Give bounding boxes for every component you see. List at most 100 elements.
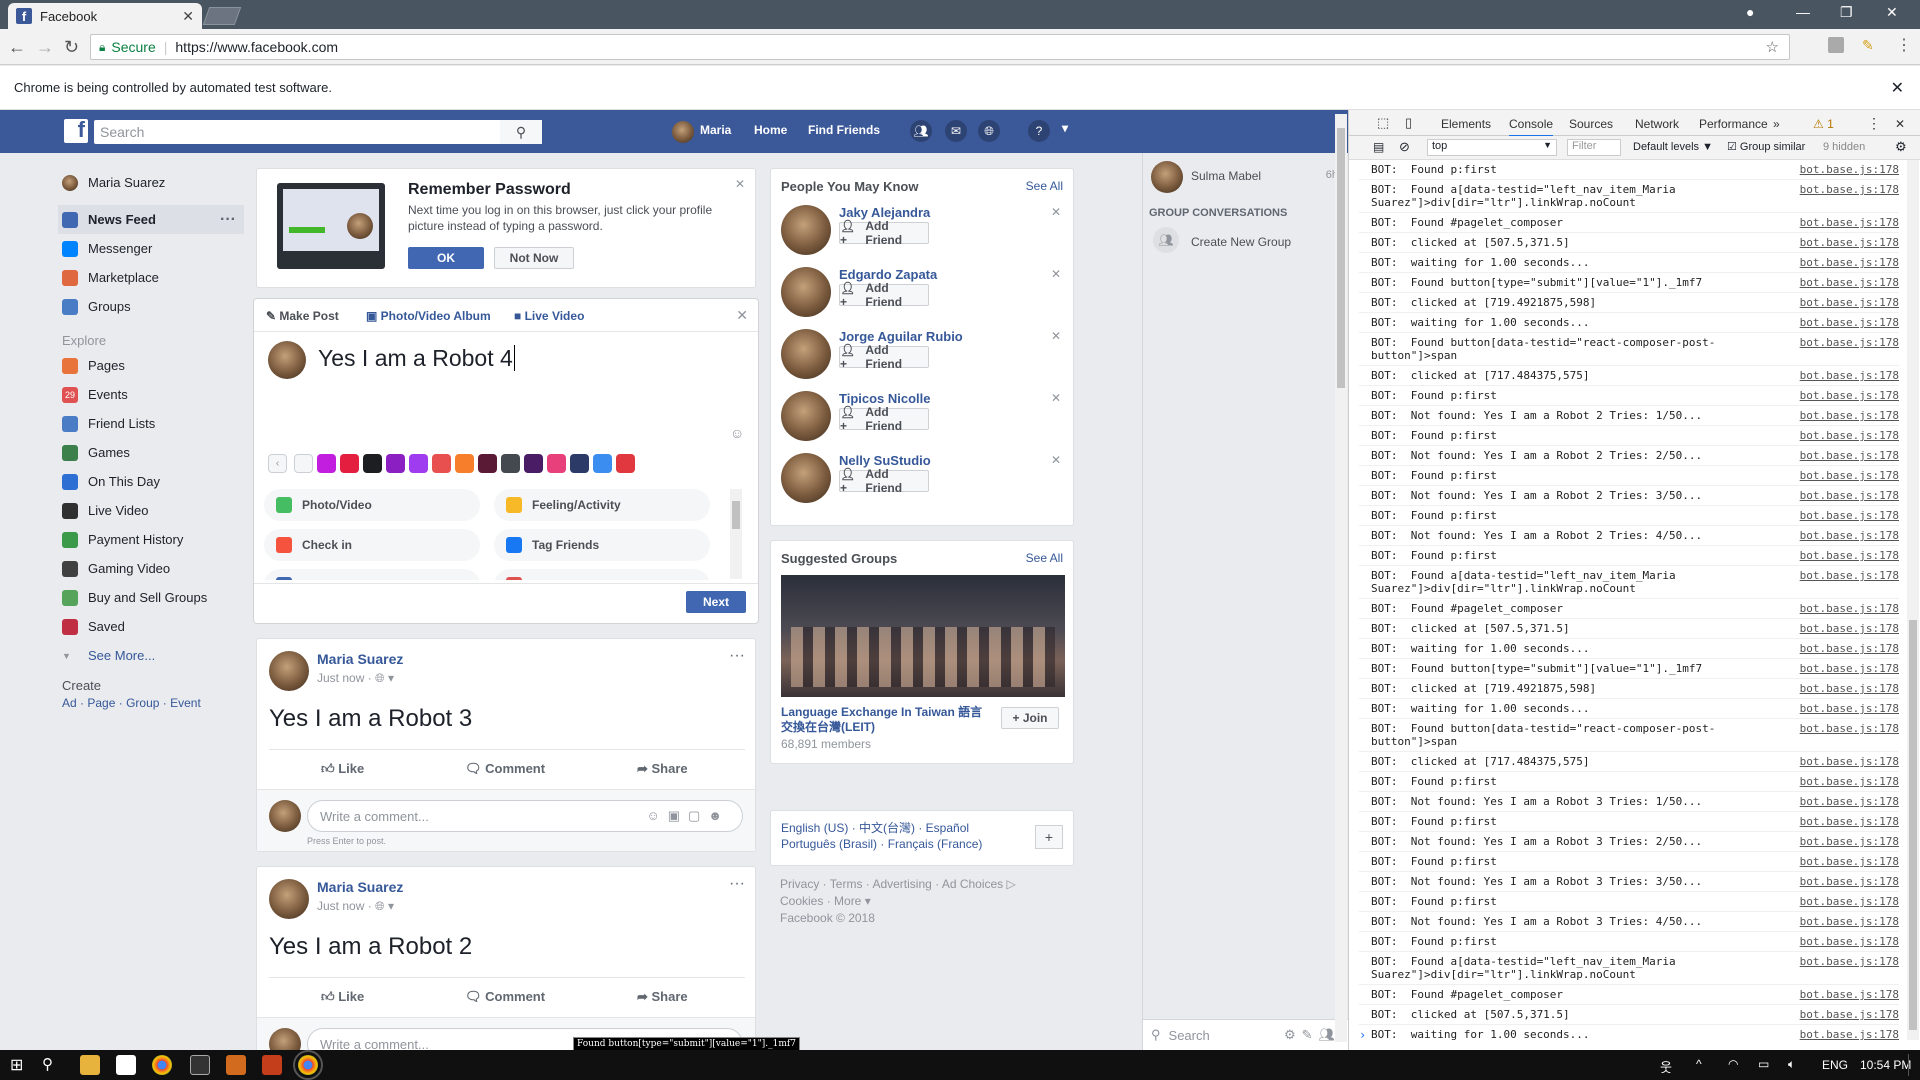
person-name[interactable]: Edgardo Zapata (839, 267, 937, 282)
profile-link[interactable]: Maria Suarez (62, 168, 252, 197)
top-user-link[interactable]: Maria (700, 123, 731, 137)
sidebar-item-events[interactable]: 29 Events (62, 380, 252, 409)
sidebar-item-marketplace[interactable]: Marketplace (62, 263, 252, 292)
log-source-link[interactable]: bot.base.js:178 (1800, 489, 1899, 502)
log-source-link[interactable]: bot.base.js:178 (1800, 915, 1899, 928)
help-icon[interactable]: ? (1028, 120, 1050, 142)
sidebar-item-pages[interactable]: Pages (62, 351, 252, 380)
log-source-link[interactable]: bot.base.js:178 (1800, 955, 1899, 968)
person-avatar[interactable] (781, 453, 831, 503)
join-group-button[interactable]: + Join (1001, 707, 1059, 729)
log-source-link[interactable]: bot.base.js:178 (1800, 935, 1899, 948)
composer-close-icon[interactable]: ✕ (736, 307, 748, 324)
background-swatch[interactable] (386, 454, 405, 473)
log-source-link[interactable]: bot.base.js:178 (1800, 875, 1899, 888)
chrome-icon[interactable] (152, 1055, 172, 1075)
sidebar-item-news-feed[interactable]: News Feed ··· (58, 205, 244, 234)
tab-console[interactable]: Console (1509, 117, 1554, 137)
log-source-link[interactable]: bot.base.js:178 (1800, 835, 1899, 848)
dismiss-icon[interactable]: ✕ (1051, 267, 1061, 281)
wifi-icon[interactable]: ◠ (1728, 1057, 1738, 1071)
tray-chevron-icon[interactable]: ^ (1696, 1057, 1702, 1071)
console-filter-input[interactable]: Filter (1567, 139, 1621, 156)
console-prompt-icon[interactable]: › (1359, 1028, 1366, 1042)
like-button[interactable]: 👍︎ Like (321, 761, 364, 777)
forward-icon[interactable]: → (36, 37, 54, 58)
messages-icon[interactable]: ✉ (945, 120, 967, 142)
log-source-link[interactable]: bot.base.js:178 (1800, 389, 1899, 402)
sidebar-item-buy-and-sell-groups[interactable]: Buy and Sell Groups (62, 583, 252, 612)
language-indicator[interactable]: ENG (1822, 1058, 1848, 1072)
composer-option-check-in[interactable]: Check in (264, 529, 480, 561)
devtools-menu-icon[interactable]: ⋮ (1867, 115, 1881, 132)
post-avatar[interactable] (269, 651, 309, 691)
background-swatch[interactable] (340, 454, 359, 473)
log-source-link[interactable]: bot.base.js:178 (1800, 702, 1899, 715)
console-settings-icon[interactable]: ⚙ (1895, 139, 1907, 155)
options-scrollbar[interactable] (730, 489, 742, 579)
sidebar-item-live-video[interactable]: Live Video (62, 496, 252, 525)
tab-sources[interactable]: Sources (1569, 117, 1613, 131)
background-swatch[interactable] (432, 454, 451, 473)
background-swatch[interactable] (478, 454, 497, 473)
create-group-icon[interactable]: 👥︎ (1153, 227, 1179, 253)
log-source-link[interactable]: bot.base.js:178 (1800, 429, 1899, 442)
background-swatch[interactable] (616, 454, 635, 473)
tab-make-post[interactable]: ✎ Make Post (266, 309, 339, 323)
footer-line-2[interactable]: Cookies · More ▾ (780, 893, 1016, 910)
log-source-link[interactable]: bot.base.js:178 (1800, 755, 1899, 768)
person-avatar[interactable] (781, 267, 831, 317)
languages-line-1[interactable]: English (US) · 中文(台灣) · Español (781, 819, 969, 836)
people-icon[interactable]: 웃 (1660, 1057, 1672, 1076)
log-source-link[interactable]: bot.base.js:178 (1800, 602, 1899, 615)
sidebar-item-on-this-day[interactable]: On This Day (62, 467, 252, 496)
tab-network[interactable]: Network (1635, 117, 1679, 131)
address-bar[interactable]: 🔒︎ Secure | https://www.facebook.com ☆ (90, 34, 1790, 60)
comment-button[interactable]: 🗨︎ Comment (465, 989, 545, 1005)
reload-icon[interactable]: ↻ (64, 37, 79, 58)
add-friend-button[interactable]: 👤︎+ Add Friend (839, 219, 929, 247)
background-swatch[interactable] (524, 454, 543, 473)
file-explorer-icon[interactable] (80, 1055, 100, 1075)
more-tabs-icon[interactable]: » (1773, 117, 1780, 131)
group-cover-image[interactable] (781, 575, 1065, 697)
log-source-link[interactable]: bot.base.js:178 (1800, 336, 1899, 349)
close-window-icon[interactable]: ✕ (1886, 4, 1898, 21)
composer-option-feeling-activity[interactable]: Feeling/Activity (494, 489, 710, 521)
post-author[interactable]: Maria Suarez (317, 879, 403, 895)
sidebar-item-messenger[interactable]: Messenger (62, 234, 252, 263)
add-friend-button[interactable]: 👤︎+ Add Friend (839, 405, 929, 433)
comment-button[interactable]: 🗨︎ Comment (465, 761, 545, 777)
post-options-icon[interactable]: ··· (729, 647, 745, 665)
add-language-button[interactable]: + (1035, 825, 1063, 849)
languages-line-2[interactable]: Português (Brasil) · Français (France) (781, 837, 982, 851)
show-desktop-button[interactable] (1908, 1054, 1916, 1076)
person-name[interactable]: Tipicos Nicolle (839, 391, 931, 406)
log-source-link[interactable]: bot.base.js:178 (1800, 163, 1899, 176)
log-source-link[interactable]: bot.base.js:178 (1800, 855, 1899, 868)
group-similar-checkbox[interactable]: ☑ Group similar (1727, 140, 1805, 153)
background-swatch[interactable] (409, 454, 428, 473)
powerpoint-icon[interactable] (262, 1055, 282, 1075)
background-swatch[interactable] (547, 454, 566, 473)
bookmark-star-icon[interactable]: ☆ (1766, 38, 1779, 56)
create-ad-link[interactable]: Ad (62, 696, 77, 710)
log-levels-dropdown[interactable]: Default levels ▼ (1633, 141, 1713, 153)
composer-option-gif[interactable]: GIF (264, 569, 480, 580)
log-source-link[interactable]: bot.base.js:178 (1800, 183, 1899, 196)
create-new-group-link[interactable]: Create New Group (1191, 235, 1291, 249)
more-dots-icon[interactable]: ··· (220, 211, 236, 229)
chat-search-input[interactable]: ⚲ Search ⚙✎👥︎ (1143, 1019, 1348, 1050)
log-source-link[interactable]: bot.base.js:178 (1800, 216, 1899, 229)
footer-line-1[interactable]: Privacy · Terms · Advertising · Ad Choic… (780, 876, 1016, 893)
log-source-link[interactable]: bot.base.js:178 (1800, 895, 1899, 908)
next-button[interactable]: Next (686, 591, 746, 613)
extension-icon[interactable] (1828, 37, 1844, 53)
tab-facebook[interactable]: f Facebook ✕ (8, 3, 202, 29)
post-avatar[interactable] (269, 879, 309, 919)
log-source-link[interactable]: bot.base.js:178 (1800, 1008, 1899, 1021)
tab-performance[interactable]: Performance (1699, 117, 1768, 131)
sidebar-item-games[interactable]: Games (62, 438, 252, 467)
tab-live-video[interactable]: ■ Live Video (514, 309, 584, 323)
clock[interactable]: 10:54 PM (1860, 1058, 1911, 1072)
